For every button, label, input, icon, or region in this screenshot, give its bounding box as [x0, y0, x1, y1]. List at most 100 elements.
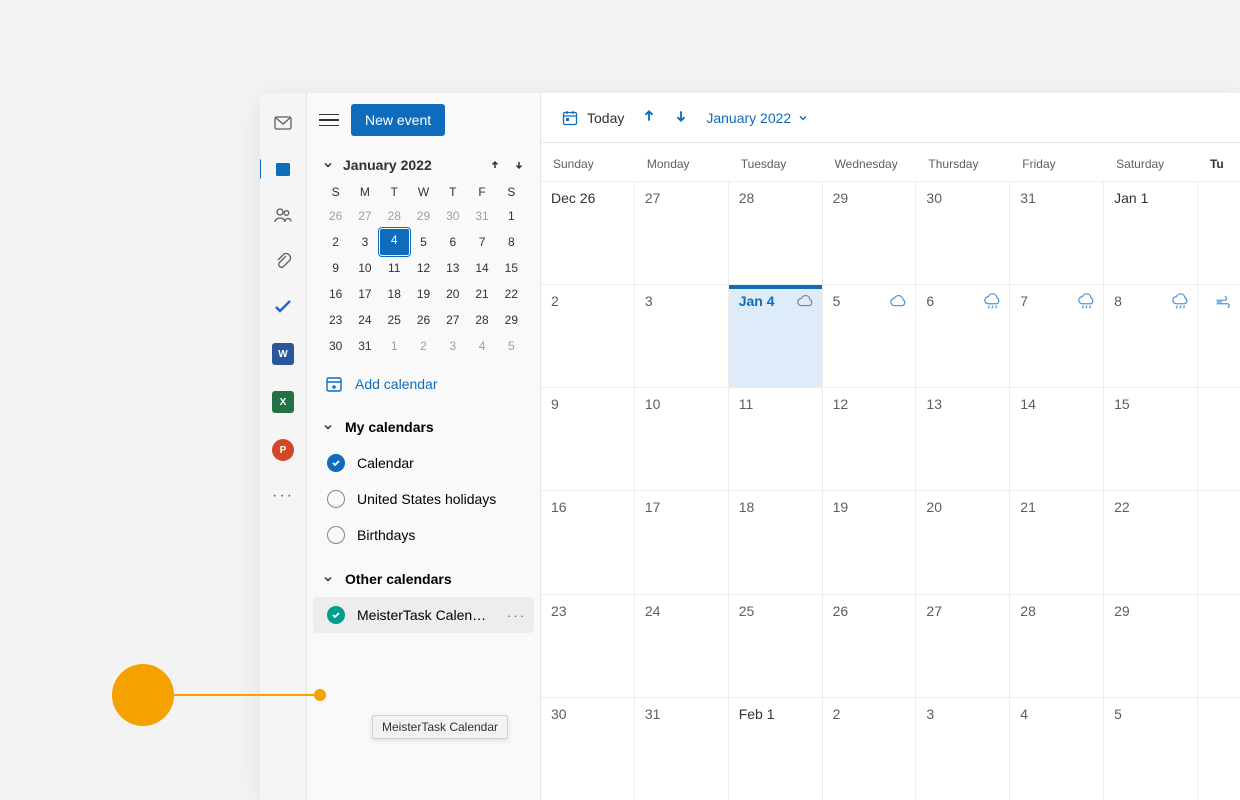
calendar-day-cell[interactable]: 6 [916, 284, 1010, 387]
calendar-day-cell[interactable]: 21 [1010, 490, 1104, 593]
mini-day-cell[interactable]: 7 [467, 229, 496, 255]
calendar-day-cell[interactable]: 22 [1104, 490, 1198, 593]
mini-day-cell[interactable]: 30 [321, 333, 350, 359]
chevron-down-icon[interactable] [321, 158, 335, 172]
mini-day-cell[interactable]: 17 [350, 281, 379, 307]
calendar-list-item[interactable]: United States holidays [313, 481, 534, 517]
my-calendars-toggle[interactable]: My calendars [313, 409, 534, 445]
mini-day-cell[interactable]: 27 [350, 203, 379, 229]
mini-day-cell[interactable]: 5 [409, 229, 438, 255]
mini-day-cell[interactable]: 31 [350, 333, 379, 359]
calendar-day-cell[interactable]: 19 [823, 490, 917, 593]
calendar-day-cell[interactable]: 25 [729, 594, 823, 697]
calendar-list-item[interactable]: Calendar [313, 445, 534, 481]
mini-day-cell[interactable]: 18 [380, 281, 409, 307]
add-calendar-button[interactable]: Add calendar [307, 363, 540, 405]
month-picker[interactable]: January 2022 [706, 110, 809, 126]
calendar-day-cell[interactable]: 9 [541, 387, 635, 490]
mini-day-cell[interactable]: 5 [497, 333, 526, 359]
calendar-day-cell[interactable]: Jan 4 [729, 284, 823, 387]
calendar-day-cell[interactable]: 30 [541, 697, 635, 800]
calendar-day-cell[interactable]: 5 [1104, 697, 1198, 800]
mail-icon[interactable] [273, 113, 293, 133]
mini-day-cell[interactable]: 24 [350, 307, 379, 333]
mini-day-cell[interactable]: 15 [497, 255, 526, 281]
mini-day-cell[interactable]: 21 [467, 281, 496, 307]
calendar-day-cell[interactable]: 31 [635, 697, 729, 800]
calendar-checkbox[interactable] [327, 606, 345, 624]
calendar-day-cell[interactable]: 30 [916, 181, 1010, 284]
calendar-day-cell[interactable]: Dec 26 [541, 181, 635, 284]
files-icon[interactable] [273, 251, 293, 271]
prev-month-arrow-icon[interactable] [488, 158, 502, 172]
calendar-day-cell[interactable]: 2 [823, 697, 917, 800]
calendar-day-cell[interactable] [1198, 490, 1240, 593]
excel-app-icon[interactable]: X [272, 391, 294, 413]
more-apps-icon[interactable]: ··· [272, 487, 294, 505]
calendar-day-cell[interactable]: 2 [541, 284, 635, 387]
calendar-day-cell[interactable] [1198, 594, 1240, 697]
word-app-icon[interactable]: W [272, 343, 294, 365]
mini-day-cell[interactable]: 29 [409, 203, 438, 229]
mini-day-cell[interactable]: 19 [409, 281, 438, 307]
calendar-day-cell[interactable]: Feb 1 [729, 697, 823, 800]
calendar-day-cell[interactable]: 28 [729, 181, 823, 284]
more-options-icon[interactable]: ··· [507, 608, 526, 623]
mini-day-cell[interactable]: 29 [497, 307, 526, 333]
calendar-day-cell[interactable]: 20 [916, 490, 1010, 593]
next-month-arrow-icon[interactable] [512, 158, 526, 172]
todo-icon[interactable] [273, 297, 293, 317]
mini-day-cell[interactable]: 23 [321, 307, 350, 333]
calendar-checkbox[interactable] [327, 526, 345, 544]
calendar-day-cell[interactable]: 10 [635, 387, 729, 490]
calendar-day-cell[interactable]: 5 [823, 284, 917, 387]
calendar-list-item[interactable]: MeisterTask Calen…··· [313, 597, 534, 633]
mini-day-cell[interactable]: 9 [321, 255, 350, 281]
calendar-day-cell[interactable]: 12 [823, 387, 917, 490]
calendar-day-cell[interactable] [1198, 387, 1240, 490]
powerpoint-app-icon[interactable]: P [272, 439, 294, 461]
calendar-checkbox[interactable] [327, 490, 345, 508]
calendar-day-cell[interactable]: 23 [541, 594, 635, 697]
calendar-day-cell[interactable]: 26 [823, 594, 917, 697]
calendar-day-cell[interactable]: 13 [916, 387, 1010, 490]
mini-day-cell[interactable]: 13 [438, 255, 467, 281]
mini-day-cell[interactable]: 27 [438, 307, 467, 333]
calendar-day-cell[interactable] [1198, 697, 1240, 800]
mini-day-cell[interactable]: 16 [321, 281, 350, 307]
mini-day-cell[interactable]: 20 [438, 281, 467, 307]
hamburger-icon[interactable] [319, 110, 339, 130]
next-period-arrow-icon[interactable] [674, 109, 688, 126]
calendar-day-cell[interactable]: 28 [1010, 594, 1104, 697]
calendar-day-cell[interactable] [1198, 181, 1240, 284]
calendar-day-cell[interactable]: 11 [729, 387, 823, 490]
mini-day-cell[interactable]: 2 [409, 333, 438, 359]
calendar-day-cell[interactable]: 16 [541, 490, 635, 593]
mini-day-cell[interactable]: 14 [467, 255, 496, 281]
mini-day-cell[interactable]: 12 [409, 255, 438, 281]
calendar-day-cell[interactable]: 7 [1010, 284, 1104, 387]
mini-day-cell[interactable]: 22 [497, 281, 526, 307]
calendar-day-cell[interactable]: 27 [916, 594, 1010, 697]
mini-day-cell[interactable]: 28 [380, 203, 409, 229]
calendar-day-cell[interactable]: Jan 1 [1104, 181, 1198, 284]
mini-day-cell[interactable]: 3 [350, 229, 379, 255]
mini-day-cell[interactable]: 8 [497, 229, 526, 255]
calendar-day-cell[interactable]: 15 [1104, 387, 1198, 490]
calendar-day-cell[interactable]: 18 [729, 490, 823, 593]
calendar-day-cell[interactable]: 4 [1010, 697, 1104, 800]
mini-day-cell[interactable]: 10 [350, 255, 379, 281]
prev-period-arrow-icon[interactable] [642, 109, 656, 126]
calendar-day-cell[interactable]: 17 [635, 490, 729, 593]
calendar-day-cell[interactable] [1198, 284, 1240, 387]
calendar-day-cell[interactable]: 31 [1010, 181, 1104, 284]
calendar-day-cell[interactable]: 3 [916, 697, 1010, 800]
other-calendars-toggle[interactable]: Other calendars [313, 561, 534, 597]
mini-day-cell[interactable]: 26 [409, 307, 438, 333]
mini-day-cell[interactable]: 6 [438, 229, 467, 255]
today-button[interactable]: Today [561, 109, 624, 127]
mini-day-cell[interactable]: 3 [438, 333, 467, 359]
mini-day-cell[interactable]: 28 [467, 307, 496, 333]
mini-day-cell[interactable]: 4 [380, 229, 409, 255]
calendar-day-cell[interactable]: 29 [1104, 594, 1198, 697]
